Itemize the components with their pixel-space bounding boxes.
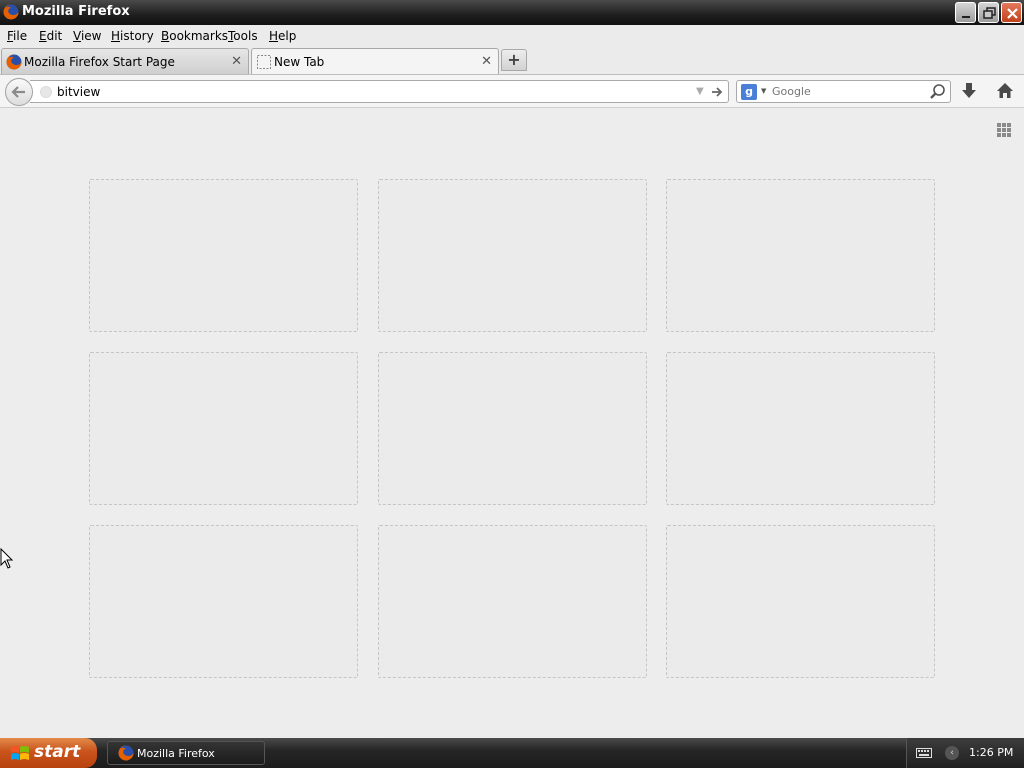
- firefox-icon: [3, 4, 19, 20]
- new-tab-button[interactable]: +: [501, 49, 527, 71]
- blank-page-icon: [257, 55, 271, 69]
- tab-close-icon[interactable]: ✕: [481, 54, 492, 69]
- menu-history[interactable]: History: [111, 29, 154, 43]
- minimize-button[interactable]: [955, 2, 976, 23]
- site-tile-placeholder[interactable]: [378, 179, 647, 332]
- restore-button[interactable]: [978, 2, 999, 23]
- new-tab-page: [0, 108, 1024, 738]
- start-button[interactable]: start: [0, 738, 97, 768]
- site-identity-icon[interactable]: [40, 86, 52, 98]
- windows-logo-icon: [11, 746, 29, 760]
- menu-edit-rest: dit: [46, 29, 63, 43]
- site-tile-placeholder[interactable]: [666, 352, 935, 505]
- grid-toggle-icon[interactable]: [996, 122, 1012, 138]
- tab-start-page[interactable]: Mozilla Firefox Start Page ✕: [1, 48, 249, 74]
- navigation-toolbar: ▼ g ▼: [0, 74, 1024, 108]
- tab-strip: Mozilla Firefox Start Page ✕ New Tab ✕ +: [0, 46, 1024, 74]
- engine-dropdown-icon[interactable]: ▼: [761, 87, 766, 95]
- taskbar-clock: 1:26 PM: [969, 746, 1014, 759]
- menu-bookmarks[interactable]: Bookmarks: [161, 29, 228, 43]
- url-input[interactable]: [57, 84, 657, 100]
- menu-help-rest: elp: [278, 29, 297, 43]
- menu-bar: File Edit View History Bookmarks Tools H…: [0, 25, 1024, 46]
- back-button[interactable]: [5, 78, 33, 106]
- site-tile-placeholder[interactable]: [89, 525, 358, 678]
- menu-bookmarks-rest: ookmarks: [169, 29, 229, 43]
- tab-new-tab[interactable]: New Tab ✕: [251, 48, 499, 74]
- taskbar-item-label: Mozilla Firefox: [137, 747, 215, 760]
- menu-tools-rest: ools: [233, 29, 258, 43]
- site-tile-placeholder[interactable]: [378, 352, 647, 505]
- menu-view-rest: iew: [80, 29, 102, 43]
- site-tile-placeholder[interactable]: [89, 179, 358, 332]
- site-tile-placeholder[interactable]: [378, 525, 647, 678]
- menu-help[interactable]: Help: [269, 29, 296, 43]
- tab-title: New Tab: [274, 55, 325, 69]
- firefox-icon: [6, 54, 22, 70]
- back-arrow-icon: [11, 86, 25, 98]
- start-label: start: [34, 742, 81, 762]
- tab-title: Mozilla Firefox Start Page: [24, 55, 175, 69]
- google-engine-icon[interactable]: g: [741, 84, 757, 100]
- menu-edit[interactable]: Edit: [39, 29, 62, 43]
- menu-view[interactable]: View: [73, 29, 101, 43]
- site-tile-placeholder[interactable]: [89, 352, 358, 505]
- site-tile-placeholder[interactable]: [666, 179, 935, 332]
- site-tile-placeholder[interactable]: [666, 525, 935, 678]
- window-titlebar: Mozilla Firefox: [0, 0, 1024, 25]
- windows-taskbar: start Mozilla Firefox ‹ 1:26 PM: [0, 738, 1024, 768]
- menu-history-rest: istory: [120, 29, 154, 43]
- search-input[interactable]: [772, 85, 922, 98]
- minimize-icon: [962, 16, 970, 18]
- url-bar[interactable]: ▼: [30, 80, 729, 103]
- restore-icon: [983, 7, 996, 19]
- tab-close-icon[interactable]: ✕: [231, 54, 242, 69]
- url-history-dropdown-icon[interactable]: ▼: [696, 86, 704, 97]
- home-icon[interactable]: [996, 82, 1014, 100]
- taskbar-item-firefox[interactable]: Mozilla Firefox: [107, 741, 265, 765]
- go-arrow-icon[interactable]: [710, 84, 724, 100]
- firefox-icon: [118, 745, 134, 761]
- menu-file[interactable]: File: [7, 29, 27, 43]
- show-hidden-icons-icon[interactable]: ‹: [945, 746, 959, 760]
- downloads-icon[interactable]: [960, 82, 978, 100]
- keyboard-icon[interactable]: [916, 748, 932, 758]
- mouse-pointer-icon: [0, 548, 14, 569]
- menu-tools[interactable]: Tools: [228, 29, 258, 43]
- system-tray: ‹ 1:26 PM: [906, 738, 1024, 768]
- menu-file-rest: ile: [13, 29, 28, 43]
- search-icon[interactable]: [929, 83, 947, 101]
- search-bar[interactable]: g ▼: [736, 80, 951, 103]
- close-window-button[interactable]: [1001, 2, 1022, 23]
- close-icon: [1007, 8, 1018, 19]
- window-title: Mozilla Firefox: [22, 4, 130, 19]
